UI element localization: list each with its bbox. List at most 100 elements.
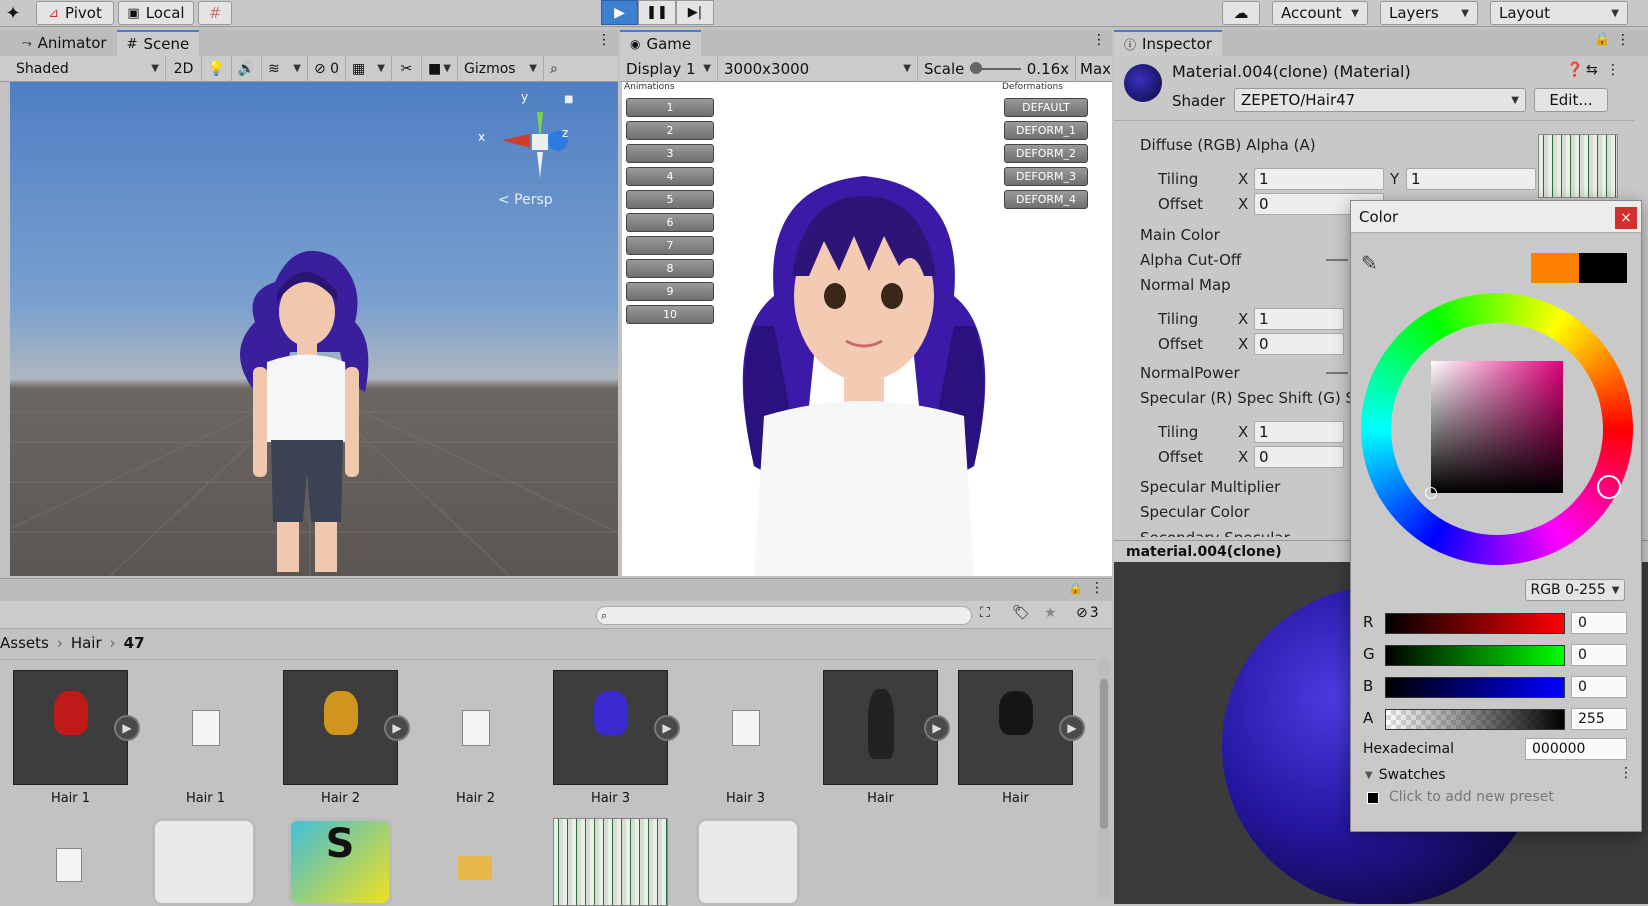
mode-2d-toggle[interactable]: 2D: [166, 56, 202, 81]
game-viewport[interactable]: Animations Deformations 1 2 3 4 5 6 7 8 9 10 DEFA…: [622, 82, 1112, 576]
spec-tiling-x-field[interactable]: 1: [1254, 421, 1344, 443]
account-dropdown[interactable]: Account ▼: [1272, 1, 1368, 25]
shading-mode-dropdown[interactable]: Shaded ▼: [0, 56, 166, 81]
saturation-value-square[interactable]: [1431, 361, 1563, 493]
hue-handle[interactable]: [1597, 475, 1621, 499]
scene-search-icon[interactable]: ⌕: [544, 56, 568, 81]
blue-slider[interactable]: [1385, 677, 1565, 698]
file-icon[interactable]: [56, 848, 82, 882]
play-icon[interactable]: ▶: [924, 715, 950, 741]
texture-thumbnail[interactable]: [553, 818, 668, 906]
effects-icon[interactable]: ≋ ▼: [262, 56, 308, 81]
deform-button-deform-3[interactable]: DEFORM_3: [1004, 167, 1088, 186]
persp-label[interactable]: < Persp: [498, 192, 553, 208]
spec-offset-x-field[interactable]: 0: [1254, 446, 1344, 468]
play-button[interactable]: ▶: [601, 0, 638, 25]
animation-button-9[interactable]: 9: [626, 282, 714, 301]
preset-icon[interactable]: ⇆: [1586, 62, 1598, 78]
layers-dropdown[interactable]: Layers ▼: [1380, 1, 1478, 25]
green-value-field[interactable]: 0: [1571, 644, 1627, 666]
deform-button-deform-4[interactable]: DEFORM_4: [1004, 190, 1088, 209]
grid-toggle-icon[interactable]: ▦ ▼: [346, 56, 392, 81]
panel-menu-icon[interactable]: ⋮: [597, 32, 611, 48]
gizmos-dropdown[interactable]: Gizmos ▼: [458, 56, 544, 81]
normal-power-slider[interactable]: [1326, 372, 1348, 374]
breadcrumb-hair[interactable]: Hair: [71, 634, 102, 652]
tab-animator[interactable]: ⤳ Animator: [0, 30, 117, 56]
asset-hair-mesh[interactable]: ▶ Hair: [958, 670, 1085, 806]
project-scrollbar[interactable]: [1098, 659, 1110, 899]
asset-hair3-prefab[interactable]: ▶ Hair 3: [553, 670, 680, 806]
scale-control[interactable]: Scale 0.16x: [918, 56, 1076, 81]
asset-hair2-file[interactable]: Hair 2: [418, 670, 533, 806]
shader-dropdown[interactable]: ZEPETO/Hair47 ▼: [1234, 88, 1526, 112]
local-toggle[interactable]: ▣ Local: [118, 1, 194, 25]
tab-inspector[interactable]: ⓘ Inspector: [1114, 30, 1222, 56]
cloud-icon[interactable]: ☁: [1222, 1, 1260, 25]
color-mode-dropdown[interactable]: RGB 0-255 ▼: [1525, 579, 1625, 601]
animation-button-4[interactable]: 4: [626, 167, 714, 186]
project-search-input[interactable]: ⌕: [596, 606, 972, 625]
audio-icon[interactable]: 🔊: [232, 56, 262, 81]
filter-label-icon[interactable]: 🏷: [1012, 605, 1030, 621]
eyedropper-icon[interactable]: ✎: [1361, 251, 1378, 275]
play-icon[interactable]: ▶: [1059, 715, 1085, 741]
alpha-cutoff-slider[interactable]: [1326, 259, 1348, 261]
tiling-y-field[interactable]: 1: [1406, 168, 1536, 190]
scale-slider[interactable]: [970, 61, 1021, 74]
diffuse-texture-slot[interactable]: [1538, 134, 1618, 198]
current-color-swatch[interactable]: [1579, 253, 1627, 283]
hue-wheel[interactable]: [1361, 293, 1633, 565]
tab-game[interactable]: ◉ Game: [620, 30, 702, 56]
deform-button-deform-2[interactable]: DEFORM_2: [1004, 144, 1088, 163]
scene-orientation-gizmo[interactable]: [490, 92, 600, 192]
unity-tools-icon[interactable]: ✦: [0, 1, 26, 25]
pause-button[interactable]: ❚❚: [638, 0, 676, 25]
green-slider[interactable]: [1385, 645, 1565, 666]
script-icon[interactable]: S: [288, 818, 392, 906]
tiling-x-field[interactable]: 1: [1254, 168, 1384, 190]
maximize-toggle[interactable]: Max: [1076, 60, 1111, 78]
normal-offset-x-field[interactable]: 0: [1254, 333, 1344, 355]
animation-button-5[interactable]: 5: [626, 190, 714, 209]
swatch-black[interactable]: [1367, 792, 1379, 804]
alpha-slider[interactable]: [1385, 709, 1565, 730]
component-menu-icon[interactable]: ⋮: [1606, 62, 1620, 78]
step-button[interactable]: ▶|: [676, 0, 714, 25]
deform-button-default[interactable]: DEFAULT: [1004, 98, 1088, 117]
animation-button-1[interactable]: 1: [626, 98, 714, 117]
hex-field[interactable]: 000000: [1525, 738, 1627, 760]
resolution-dropdown[interactable]: 3000x3000 ▼: [718, 56, 918, 81]
animation-button-10[interactable]: 10: [626, 305, 714, 324]
document-icon[interactable]: [696, 818, 800, 906]
deform-button-deform-1[interactable]: DEFORM_1: [1004, 121, 1088, 140]
camera-icon[interactable]: ■ ▼: [422, 56, 458, 81]
swatches-header[interactable]: ▼ Swatches: [1365, 767, 1446, 783]
animation-button-3[interactable]: 3: [626, 144, 714, 163]
shader-edit-button[interactable]: Edit...: [1534, 88, 1608, 112]
breadcrumb-assets[interactable]: Assets: [0, 634, 49, 652]
sv-handle[interactable]: [1425, 487, 1437, 499]
filter-type-icon[interactable]: ⛶: [980, 605, 990, 621]
asset-hair3-file[interactable]: Hair 3: [688, 670, 803, 806]
grid-snap-button[interactable]: #: [198, 1, 232, 25]
breadcrumb-47[interactable]: 47: [124, 634, 145, 652]
previous-color-swatch[interactable]: [1531, 253, 1579, 283]
favorite-icon[interactable]: ★: [1044, 605, 1057, 621]
animation-button-8[interactable]: 8: [626, 259, 714, 278]
lock-icon[interactable]: ■: [564, 94, 573, 105]
asset-hair1-file[interactable]: Hair 1: [148, 670, 263, 806]
lighting-icon[interactable]: 💡: [202, 56, 232, 81]
lock-icon[interactable]: 🔒: [1594, 32, 1610, 47]
alpha-value-field[interactable]: 255: [1571, 708, 1627, 730]
blue-value-field[interactable]: 0: [1571, 676, 1627, 698]
red-slider[interactable]: [1385, 613, 1565, 634]
tab-scene[interactable]: # Scene: [116, 30, 200, 56]
lock-icon[interactable]: 🔒: [1068, 581, 1083, 595]
display-dropdown[interactable]: Display 1 ▼: [620, 56, 718, 81]
close-button[interactable]: ×: [1615, 207, 1637, 229]
panel-menu-icon[interactable]: ⋮: [1092, 32, 1106, 48]
red-value-field[interactable]: 0: [1571, 612, 1627, 634]
swatches-menu-icon[interactable]: ⋮: [1619, 765, 1633, 781]
panel-menu-icon[interactable]: ⋮: [1090, 580, 1104, 596]
